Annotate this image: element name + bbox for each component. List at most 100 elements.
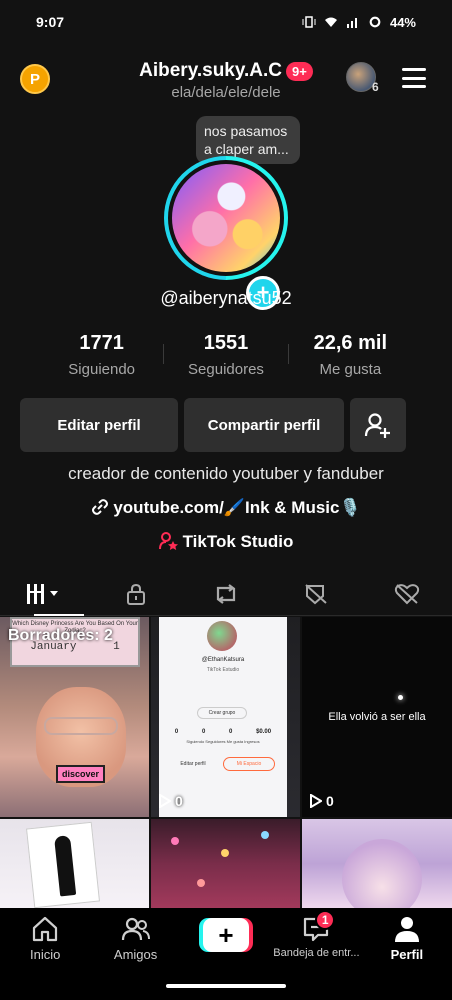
stat-label: Seguidores	[188, 361, 264, 378]
add-user-icon	[364, 413, 390, 438]
bokeh-light	[171, 837, 179, 845]
stat-label: Siguiendo	[68, 361, 136, 378]
tab-videos[interactable]	[0, 572, 90, 616]
bokeh-light	[261, 831, 269, 839]
view-count: 0	[159, 793, 183, 809]
thumb-sub: TikTok Estudio	[206, 667, 240, 673]
bokeh-light	[197, 879, 205, 887]
profile-screen: P Aibery.suky.A.C 9+ ela/dela/ele/dele 6…	[0, 44, 452, 908]
videos-grid-icon	[27, 583, 59, 604]
thumb-edit: Editar perfil	[180, 761, 206, 767]
pronouns: ela/dela/ele/dele	[171, 84, 281, 101]
stat-following[interactable]: 1771 Siguiendo	[40, 332, 163, 378]
view-count: 0	[310, 793, 334, 809]
nav-create[interactable]: +	[181, 914, 271, 952]
bokeh-light	[221, 849, 229, 857]
home-icon	[33, 916, 58, 942]
nav-home-label: Inicio	[30, 947, 61, 962]
avatar	[207, 621, 237, 651]
stat-likes[interactable]: 22,6 mil Me gusta	[289, 332, 412, 378]
edit-profile-button[interactable]: Editar perfil	[20, 398, 178, 452]
menu-icon[interactable]	[402, 68, 426, 88]
gesture-area	[0, 970, 452, 1000]
thumb-space: Mi Espacio	[223, 757, 275, 771]
tab-private[interactable]	[90, 572, 180, 615]
heart-slash-icon	[394, 583, 419, 604]
battery-saver-icon	[369, 16, 381, 28]
view-count-value: 0	[175, 793, 183, 809]
profile-stats: 1771 Siguiendo 1551 Seguidores 22,6 mil …	[40, 332, 412, 378]
stat-value: 1551	[203, 332, 249, 354]
nav-home[interactable]: Inicio	[0, 914, 90, 962]
profile-icon	[394, 917, 419, 942]
nav-inbox-label: Bandeja de entr...	[273, 947, 360, 959]
username: Aibery.suky.A.C	[139, 60, 283, 81]
thumb-name: @EthanKatsura	[201, 657, 245, 663]
battery-level: 44%	[389, 14, 416, 30]
profile-header: P Aibery.suky.A.C 9+ ela/dela/ele/dele 6	[0, 58, 452, 108]
video-tile[interactable]	[0, 819, 149, 908]
tiktok-studio-link[interactable]: TikTok Studio	[0, 532, 452, 552]
video-tile[interactable]: @EthanKatsura TikTok Estudio Crear grupo…	[151, 617, 300, 817]
tab-liked[interactable]	[362, 572, 452, 615]
stat-followers[interactable]: 1551 Seguidores	[164, 332, 287, 378]
drafts-label: Borradores: 2	[8, 627, 113, 644]
add-friends-button[interactable]	[350, 398, 406, 452]
hidden-likes-icon	[305, 583, 328, 604]
light-dot	[398, 695, 403, 700]
view-count-value: 0	[326, 793, 334, 809]
video-grid: Which Disney Princess Are You Based On Y…	[0, 617, 452, 908]
share-profile-button[interactable]: Compartir perfil	[184, 398, 344, 452]
thumb-labels: Siguiendo Seguidores Me gusta Ingresos	[186, 739, 260, 744]
profile-screenshot-thumbnail: @EthanKatsura TikTok Estudio Crear grupo…	[159, 617, 287, 817]
plus-icon: +	[203, 918, 250, 952]
video-tile[interactable]	[151, 819, 300, 908]
profile-avatar[interactable]	[164, 156, 288, 280]
tab-reposts[interactable]	[181, 572, 271, 615]
tiktok-studio-label: TikTok Studio	[182, 532, 294, 551]
friends-count: 6	[372, 80, 379, 94]
video-tile[interactable]: Ella volvió a ser ella 0	[302, 617, 452, 817]
tab-favorites[interactable]	[271, 572, 361, 615]
profile-tabs	[0, 572, 452, 616]
account-notif-badge: 9+	[286, 61, 313, 81]
create-button[interactable]: +	[199, 918, 254, 952]
calendar-day: 1	[113, 641, 120, 653]
nav-profile-label: Perfil	[390, 947, 424, 962]
thumb-stat: 0	[229, 729, 233, 735]
friends-icon	[121, 917, 150, 941]
profile-handle: @aiberynatsu52	[160, 288, 292, 308]
nav-inbox[interactable]: 1 Bandeja de entr...	[271, 910, 361, 959]
profile-bio: creador de contenido youtuber y fanduber	[68, 464, 384, 483]
silhouette-drawing	[25, 821, 101, 908]
bottom-nav: Inicio Amigos + 1 Bandeja de entr... Per…	[0, 908, 452, 970]
thumb-stats: 0 0 0 $0.00	[163, 729, 283, 735]
stat-label: Me gusta	[319, 361, 382, 378]
drafts-tile[interactable]: Which Disney Princess Are You Based On Y…	[0, 617, 149, 817]
home-indicator[interactable]	[166, 984, 286, 988]
profile-link-text: youtube.com/🖌️Ink & Music🎙️	[113, 498, 361, 517]
username-block: Aibery.suky.A.C 9+ ela/dela/ele/dele	[0, 60, 452, 101]
stat-value: 22,6 mil	[313, 332, 388, 354]
profile-link[interactable]: youtube.com/🖌️Ink & Music🎙️	[0, 498, 452, 518]
vibrate-icon	[302, 16, 316, 28]
status-bar: 9:07 44%	[0, 0, 452, 44]
video-caption: Ella volvió a ser ella	[328, 711, 426, 723]
username-row[interactable]: Aibery.suky.A.C 9+	[139, 60, 313, 82]
avatar-image	[168, 160, 284, 276]
discover-sticker: discover	[56, 765, 106, 783]
play-icon	[159, 794, 171, 808]
thumb-stat: 0	[174, 729, 179, 735]
thumbnail-glasses	[44, 717, 118, 735]
play-icon	[310, 794, 322, 808]
nav-friends[interactable]: Amigos	[90, 914, 180, 962]
creator-star-icon	[158, 532, 178, 550]
stat-value: 1771	[79, 332, 124, 354]
nav-profile[interactable]: Perfil	[362, 914, 452, 962]
nav-friends-label: Amigos	[113, 947, 158, 962]
video-tile[interactable]	[302, 819, 452, 908]
repost-icon	[216, 583, 236, 604]
link-icon	[92, 499, 109, 515]
thumb-button: Crear grupo	[197, 707, 247, 719]
status-time: 9:07	[36, 14, 65, 30]
